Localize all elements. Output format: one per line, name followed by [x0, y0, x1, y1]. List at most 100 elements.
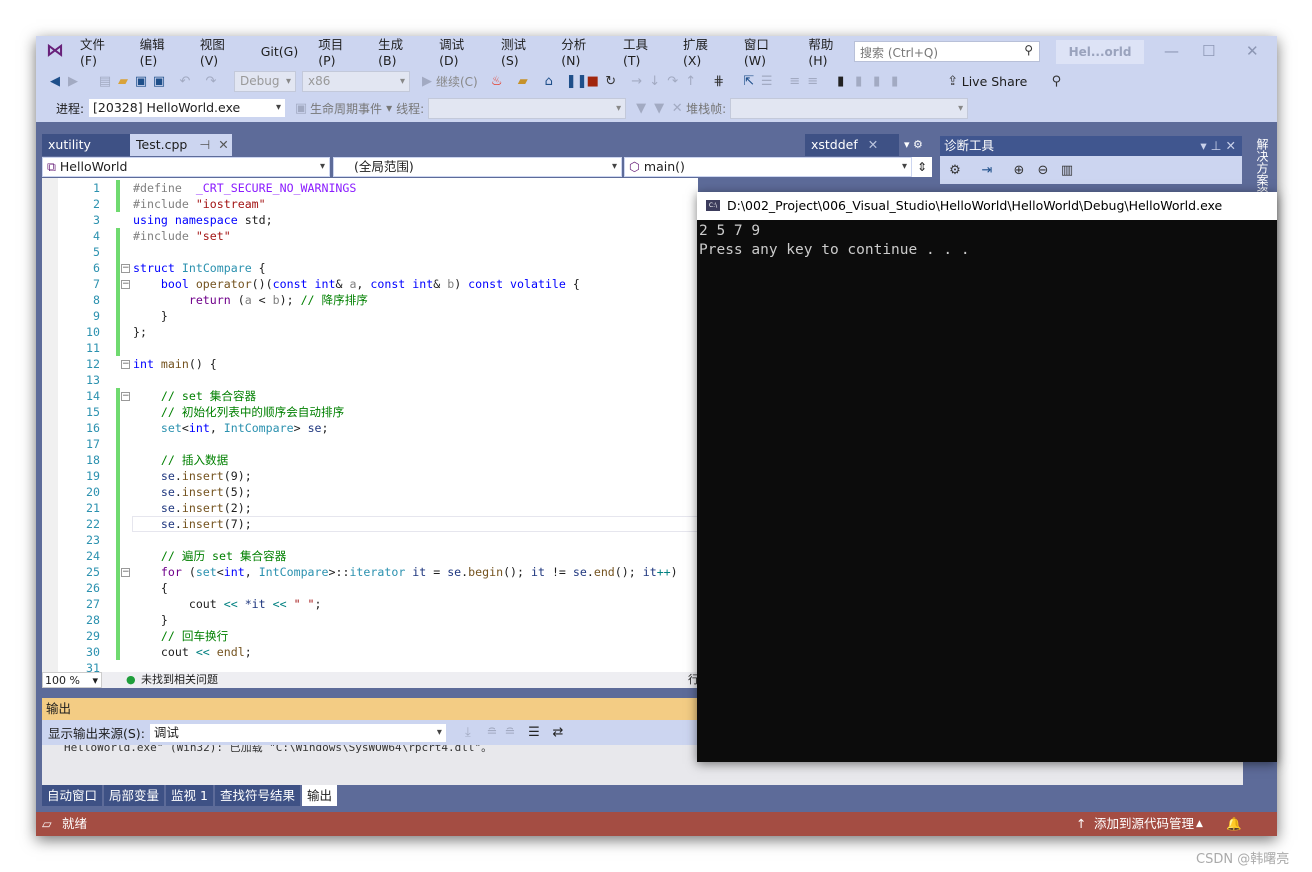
- export-icon[interactable]: ⇥: [978, 163, 996, 178]
- console-window[interactable]: C:\ D:\002_Project\006_Visual_Studio\Hell…: [697, 192, 1277, 762]
- feedback-icon[interactable]: ⚲: [1047, 74, 1065, 89]
- console-title-bar[interactable]: C:\ D:\002_Project\006_Visual_Studio\Hell…: [697, 192, 1277, 220]
- find-in-files-icon[interactable]: ▰: [514, 74, 532, 89]
- stack-frame-dropdown[interactable]: [730, 97, 969, 119]
- tab-test-cpp[interactable]: Test.cpp ⊣ ✕: [130, 134, 232, 156]
- close-tab-icon[interactable]: ✕: [218, 137, 228, 152]
- code-token: int: [188, 421, 210, 435]
- line-number: 12: [86, 357, 100, 371]
- clear-bookmarks-icon[interactable]: ▮: [886, 74, 904, 89]
- bottom-tab[interactable]: 查找符号结果: [214, 785, 300, 806]
- restart-icon[interactable]: ↻: [602, 74, 620, 89]
- maximize-button[interactable]: ☐: [1202, 42, 1215, 60]
- pin-icon[interactable]: ⊣: [199, 137, 210, 152]
- bottom-tab[interactable]: 自动窗口: [42, 785, 103, 806]
- menu-item[interactable]: 分析(N): [551, 34, 613, 68]
- live-share-button[interactable]: Live Share: [962, 74, 1028, 89]
- flag-threads-icon[interactable]: ✕: [668, 101, 686, 116]
- scope-dropdown[interactable]: (全局范围): [333, 157, 622, 177]
- menu-item[interactable]: 工具(T): [613, 34, 673, 68]
- thread-dropdown[interactable]: [428, 97, 627, 119]
- pause-icon[interactable]: ❚❚: [566, 74, 588, 89]
- close-button[interactable]: ✕: [1246, 42, 1259, 60]
- filter-icon[interactable]: ▼: [632, 101, 650, 116]
- minimize-button[interactable]: —: [1164, 42, 1179, 60]
- filter-flag-icon[interactable]: ▼: [650, 101, 668, 116]
- add-to-source-control-button[interactable]: 添加到源代码管理: [1094, 812, 1194, 836]
- collapse-toggle-icon[interactable]: −: [121, 360, 130, 369]
- menu-item[interactable]: 扩展(X): [673, 34, 734, 68]
- step-into-icon[interactable]: ↓: [646, 74, 664, 89]
- tab-xutility[interactable]: xutility: [42, 134, 130, 156]
- clear-all-icon[interactable]: ☰: [525, 725, 543, 740]
- prev-message-icon[interactable]: ≘: [483, 725, 501, 740]
- stop-icon[interactable]: ■: [584, 74, 602, 89]
- menu-item[interactable]: 测试(S): [491, 34, 551, 68]
- collapse-toggle-icon[interactable]: −: [121, 280, 130, 289]
- platform-dropdown[interactable]: x86: [302, 70, 410, 92]
- zoom-in-icon[interactable]: ⊕: [1010, 163, 1028, 178]
- zoom-out-icon[interactable]: ⊖: [1034, 163, 1052, 178]
- continue-button[interactable]: 继续(C): [436, 73, 478, 90]
- open-folder-icon[interactable]: ▰: [114, 74, 132, 89]
- menu-item[interactable]: 视图(V): [190, 34, 251, 68]
- chart-icon[interactable]: ▥: [1058, 163, 1076, 178]
- bookmark-icon[interactable]: ▮: [832, 74, 850, 89]
- bottom-tab[interactable]: 输出: [301, 785, 337, 806]
- continue-icon[interactable]: ▶: [418, 74, 436, 89]
- menu-item[interactable]: 调试(D): [429, 34, 491, 68]
- bottom-tab[interactable]: 监视 1: [166, 785, 213, 806]
- new-item-icon[interactable]: ▤: [96, 74, 114, 89]
- bookmark-list-icon[interactable]: ☰: [758, 74, 776, 89]
- uncomment-icon[interactable]: ≡: [804, 74, 822, 89]
- show-next-statement-icon[interactable]: →: [628, 74, 646, 89]
- close-tab-icon[interactable]: ✕: [868, 137, 878, 152]
- undo-icon[interactable]: ↶: [176, 74, 194, 89]
- project-dropdown[interactable]: ⧉ HelloWorld: [42, 157, 330, 177]
- breakpoint-cursor-icon[interactable]: ⇱: [740, 74, 758, 89]
- tab-xstddef[interactable]: xstddef ✕: [805, 134, 899, 156]
- menu-item[interactable]: 帮助(H): [798, 34, 860, 68]
- code-editor[interactable]: 1 #define _CRT_SECURE_NO_WARNINGS 2 #includ…: [42, 178, 698, 672]
- notifications-bell-icon[interactable]: 🔔: [1226, 812, 1242, 836]
- forward-icon[interactable]: ▶: [64, 74, 82, 89]
- lifecycle-events-button[interactable]: 生命周期事件: [310, 100, 382, 117]
- bottom-tab[interactable]: 局部变量: [104, 785, 165, 806]
- hot-reload-icon[interactable]: ♨: [488, 74, 506, 89]
- panel-controls-icon[interactable]: ▾ ⊥ ✕: [1200, 136, 1236, 156]
- save-all-icon[interactable]: ▣: [150, 74, 168, 89]
- collapse-toggle-icon[interactable]: −: [121, 264, 130, 273]
- menu-item[interactable]: 生成(B): [368, 34, 429, 68]
- output-source-dropdown[interactable]: 调试: [148, 722, 447, 743]
- find-message-icon[interactable]: ⤓: [459, 725, 477, 740]
- back-icon[interactable]: ◀: [46, 74, 64, 89]
- step-out-icon[interactable]: ↑: [682, 74, 700, 89]
- menu-item[interactable]: Git(G): [251, 44, 309, 59]
- collapse-toggle-icon[interactable]: −: [121, 392, 130, 401]
- process-dropdown[interactable]: [20328] HelloWorld.exe: [88, 98, 287, 118]
- prev-bookmark-icon[interactable]: ▮: [850, 74, 868, 89]
- threads-icon[interactable]: ⋕: [710, 74, 728, 89]
- member-dropdown[interactable]: ⬡ main(): [624, 157, 912, 177]
- configuration-dropdown[interactable]: Debug: [234, 70, 296, 92]
- next-bookmark-icon[interactable]: ▮: [868, 74, 886, 89]
- menu-item[interactable]: 窗口(W): [734, 34, 798, 68]
- comment-icon[interactable]: ≡: [786, 74, 804, 89]
- step-over-icon[interactable]: ↷: [664, 74, 682, 89]
- split-editor-icon[interactable]: ⇕: [912, 157, 932, 177]
- search-input[interactable]: 搜索 (Ctrl+Q) ⚲: [854, 41, 1040, 62]
- solution-name-badge[interactable]: Hel...orld: [1056, 40, 1144, 64]
- issues-status[interactable]: 未找到相关问题: [141, 672, 218, 688]
- settings-icon[interactable]: ⚙: [946, 163, 964, 178]
- redo-icon[interactable]: ↷: [202, 74, 220, 89]
- collapse-toggle-icon[interactable]: −: [121, 568, 130, 577]
- menu-item[interactable]: 编辑(E): [130, 34, 190, 68]
- save-icon[interactable]: ▣: [132, 74, 150, 89]
- menu-item[interactable]: 文件(F): [70, 34, 130, 68]
- home-icon[interactable]: ⌂: [540, 74, 558, 89]
- menu-item[interactable]: 项目(P): [308, 34, 368, 68]
- next-message-icon[interactable]: ≘: [501, 725, 519, 740]
- zoom-dropdown[interactable]: 100 % ▾: [42, 672, 102, 688]
- tab-list-dropdown-icon[interactable]: ▾ ⚙: [904, 138, 923, 151]
- word-wrap-icon[interactable]: ⇄: [549, 725, 567, 740]
